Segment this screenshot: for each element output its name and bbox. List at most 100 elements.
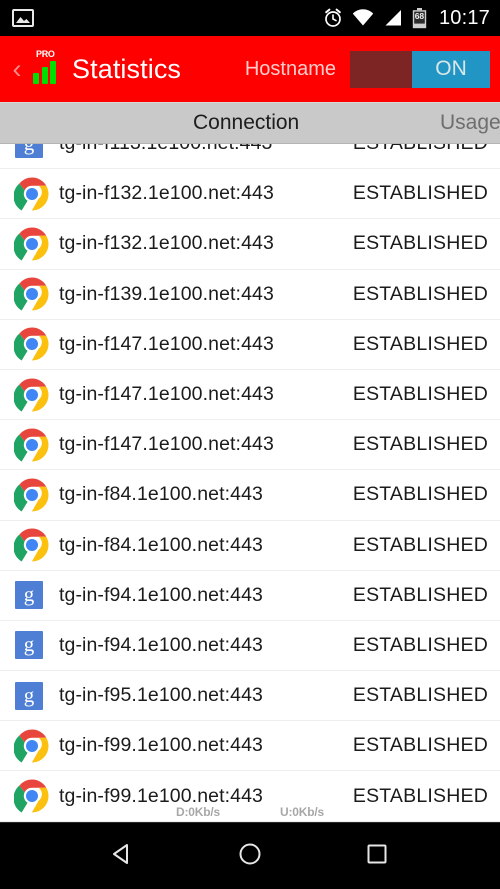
table-row[interactable]: tg-in-f132.1e100.net:443 ESTABLISHED: [0, 169, 500, 220]
hostname-label: Hostname: [244, 57, 336, 80]
google-g-icon: g: [15, 681, 43, 710]
back-icon: [110, 841, 136, 872]
chrome-icon: [14, 276, 50, 312]
chrome-icon: [14, 728, 50, 764]
status-bar: 68 10:17: [0, 0, 500, 36]
status-bar-notifications: [12, 8, 323, 28]
connection-list[interactable]: g tg-in-f113.1e100.net:443 ESTABLISHED tg-…: [0, 144, 500, 822]
row-app-icon: g: [14, 627, 50, 663]
table-row[interactable]: tg-in-f99.1e100.net:443 ESTABLISHED: [0, 771, 500, 822]
row-connection-state: ESTABLISHED: [352, 684, 488, 707]
bar-chart-icon: [33, 61, 56, 84]
row-app-icon: g: [14, 678, 50, 714]
row-app-icon: [14, 377, 50, 413]
row-app-icon: g: [14, 577, 50, 613]
row-connection-state: ESTABLISHED: [353, 144, 500, 155]
row-app-icon: [14, 728, 50, 764]
status-bar-clock: 10:17: [438, 6, 490, 29]
connection-list-inner: g tg-in-f113.1e100.net:443 ESTABLISHED tg-…: [0, 144, 500, 822]
row-app-icon: [14, 176, 50, 212]
row-hostname: tg-in-f94.1e100.net:443: [59, 633, 263, 656]
row-hostname: tg-in-f84.1e100.net:443: [59, 483, 263, 506]
home-icon: [237, 841, 263, 872]
row-connection-state: ESTABLISHED: [352, 784, 488, 807]
table-row[interactable]: g tg-in-f95.1e100.net:443 ESTABLISHED: [0, 671, 500, 722]
tab-connection[interactable]: Connection: [193, 111, 299, 135]
row-connection-state: ESTABLISHED: [352, 734, 488, 757]
chrome-icon: [14, 176, 50, 212]
phone-screen: 68 10:17 ‹ PRO Statistics Hostname ON Co…: [0, 0, 500, 889]
chrome-icon: [14, 427, 50, 463]
table-row[interactable]: g tg-in-f113.1e100.net:443 ESTABLISHED: [0, 144, 500, 170]
row-hostname: tg-in-f99.1e100.net:443: [59, 734, 263, 757]
row-app-icon: g: [14, 144, 50, 162]
chrome-icon: [14, 477, 50, 513]
nav-home-button[interactable]: [222, 828, 278, 884]
row-hostname: tg-in-f84.1e100.net:443: [59, 533, 263, 556]
toggle-track-off: [350, 50, 412, 88]
table-row[interactable]: g tg-in-f94.1e100.net:443 ESTABLISHED: [0, 570, 500, 621]
wifi-icon: [352, 9, 374, 27]
table-row[interactable]: tg-in-f147.1e100.net:443 ESTABLISHED: [0, 319, 500, 370]
signal-icon: [383, 9, 403, 27]
page-title: Statistics: [72, 53, 182, 84]
tab-usage[interactable]: Usage: [440, 111, 500, 135]
row-connection-state: ESTABLISHED: [352, 583, 488, 606]
table-row[interactable]: tg-in-f84.1e100.net:443 ESTABLISHED: [0, 520, 500, 571]
back-navigation-icon[interactable]: ‹: [6, 55, 28, 83]
chrome-icon: [14, 778, 50, 814]
app-logo-icon[interactable]: PRO: [30, 50, 64, 88]
row-hostname: tg-in-f132.1e100.net:443: [59, 182, 274, 205]
chrome-icon: [14, 226, 50, 262]
row-connection-state: ESTABLISHED: [352, 433, 488, 456]
row-hostname: tg-in-f132.1e100.net:443: [59, 232, 274, 255]
google-g-icon: g: [15, 631, 43, 660]
image-icon: [12, 8, 34, 28]
google-g-icon: g: [15, 581, 43, 610]
recents-icon: [364, 841, 390, 872]
row-hostname: tg-in-f113.1e100.net:443: [59, 144, 272, 155]
battery-icon: 68: [412, 7, 427, 29]
action-bar-controls: Hostname ON: [244, 50, 490, 88]
table-row[interactable]: tg-in-f147.1e100.net:443 ESTABLISHED: [0, 369, 500, 421]
chrome-icon: [14, 527, 50, 563]
chrome-icon: [14, 326, 50, 362]
row-hostname: tg-in-f139.1e100.net:443: [59, 282, 274, 305]
android-navigation-bar: [0, 822, 500, 889]
google-g-icon: g: [15, 144, 43, 158]
hostname-toggle[interactable]: ON: [350, 50, 490, 88]
row-connection-state: ESTABLISHED: [352, 182, 488, 205]
alarm-icon: [323, 8, 343, 28]
nav-back-button[interactable]: [95, 828, 151, 884]
action-bar: ‹ PRO Statistics Hostname ON: [0, 36, 500, 102]
row-hostname: tg-in-f147.1e100.net:443: [59, 383, 274, 406]
toggle-state-label: ON: [412, 50, 490, 88]
table-row[interactable]: tg-in-f84.1e100.net:443 ESTABLISHED: [0, 470, 500, 521]
table-row[interactable]: tg-in-f147.1e100.net:443 ESTABLISHED: [0, 420, 500, 471]
row-hostname: tg-in-f95.1e100.net:443: [59, 684, 263, 707]
row-hostname: tg-in-f94.1e100.net:443: [59, 583, 263, 606]
row-connection-state: ESTABLISHED: [352, 383, 488, 406]
row-connection-state: ESTABLISHED: [352, 483, 488, 506]
row-app-icon: [14, 276, 50, 312]
row-hostname: tg-in-f147.1e100.net:443: [59, 332, 274, 355]
row-connection-state: ESTABLISHED: [352, 533, 488, 556]
row-hostname: tg-in-f99.1e100.net:443: [59, 784, 263, 807]
row-connection-state: ESTABLISHED: [352, 633, 488, 656]
row-app-icon: [14, 778, 50, 814]
chrome-icon: [14, 377, 50, 413]
row-app-icon: [14, 326, 50, 362]
status-bar-system-icons: 68 10:17: [323, 7, 490, 30]
tab-bar: Connection Usage: [0, 102, 500, 144]
row-connection-state: ESTABLISHED: [352, 282, 488, 305]
table-row[interactable]: tg-in-f99.1e100.net:443 ESTABLISHED: [0, 721, 500, 772]
battery-level-text: 68: [414, 10, 425, 21]
row-connection-state: ESTABLISHED: [352, 332, 488, 355]
table-row[interactable]: tg-in-f132.1e100.net:443 ESTABLISHED: [0, 219, 500, 270]
row-app-icon: [14, 226, 50, 262]
row-hostname: tg-in-f147.1e100.net:443: [59, 433, 274, 456]
table-row[interactable]: g tg-in-f94.1e100.net:443 ESTABLISHED: [0, 620, 500, 672]
row-app-icon: [14, 477, 50, 513]
nav-recents-button[interactable]: [349, 828, 405, 884]
table-row[interactable]: tg-in-f139.1e100.net:443 ESTABLISHED: [0, 269, 500, 320]
